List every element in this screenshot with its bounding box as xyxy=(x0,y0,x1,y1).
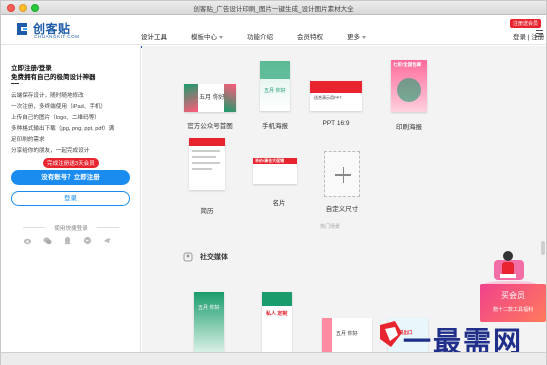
template-resume[interactable]: 简历 xyxy=(183,138,231,218)
bottom-bar xyxy=(1,352,546,365)
nav-item-more[interactable]: 更多 xyxy=(347,31,366,45)
wechat-icon[interactable] xyxy=(43,236,52,245)
site-header: 创客贴 CHUANGKIT.COM 设计工具 模板中心 功能介绍 会员特权 更多… xyxy=(1,15,546,48)
thumbnail-text: 五月 你好 xyxy=(336,331,358,337)
window-title: 创客贴_广告设计印刷_图片一键生成_设计图片素材大全 xyxy=(193,6,354,13)
template-thumbnail: 七折/全国包邮 xyxy=(391,60,427,112)
feature-item: 分享给你的朋友，一起完成设计 xyxy=(11,148,90,154)
promo-illustration xyxy=(484,251,536,287)
nav-item-template-center[interactable]: 模板中心 xyxy=(191,31,223,45)
thumbnail-text: 七折/全国包邮 xyxy=(393,62,422,67)
title-bar: 创客贴_广告设计印刷_图片一键生成_设计图片素材大全 xyxy=(1,1,546,15)
template-label: PPT 16:9 xyxy=(322,120,350,127)
scrollbar[interactable] xyxy=(541,241,545,255)
template-label: 官方公众号首图 xyxy=(187,123,233,130)
template-label: 自定义尺寸 xyxy=(325,206,359,213)
thumbnail-text: 五月 你好 xyxy=(264,88,286,94)
custom-size-button[interactable] xyxy=(324,151,360,197)
thumbnail-text: 半价/清仓大促销 xyxy=(255,158,285,163)
template-label: 印刷海报 xyxy=(396,124,422,131)
nav-item-features[interactable]: 功能介绍 xyxy=(247,31,273,45)
template-mobile-poster[interactable]: 五月 你好 手机海报 xyxy=(250,61,300,165)
feature-item: 多种格式输出下载（jpg, png, ppt, pdf）满 xyxy=(11,126,115,132)
social-media-icon xyxy=(183,252,193,262)
promo-main-text: 买会员 xyxy=(501,291,525,300)
feature-item: 云端保存设计，随时随地修改 xyxy=(11,93,84,99)
social-template-thumbnail[interactable]: 五月 你好 xyxy=(194,292,224,352)
feature-item: 足印刷的需求 xyxy=(11,137,45,143)
chevron-down-icon xyxy=(362,35,366,39)
template-thumbnail: 五月 你好 xyxy=(260,61,290,111)
template-label: 名片 xyxy=(272,200,286,207)
main-nav: 设计工具 模板中心 功能介绍 会员特权 更多 xyxy=(141,31,390,48)
template-print-poster[interactable]: 七折/全国包邮 印刷海报 xyxy=(385,60,433,165)
register-button[interactable]: 没有账号？立即注册 xyxy=(11,170,130,185)
register-bonus-badge: 完成注册送3天会员 xyxy=(43,158,99,168)
thumbnail-text: 五月 你好 xyxy=(199,94,225,101)
nav-item-membership[interactable]: 会员特权 xyxy=(297,31,323,45)
app-window: 创客贴_广告设计印刷_图片一键生成_设计图片素材大全 创客贴 CHUANGKIT… xyxy=(0,0,547,365)
template-label: 手机海报 xyxy=(262,123,288,130)
login-button[interactable]: 登录 xyxy=(11,191,130,206)
logo-icon[interactable] xyxy=(15,21,29,37)
template-business-card[interactable]: 半价/清仓大促销 名片 xyxy=(249,158,309,218)
register-promo-badge[interactable]: 注册送会员 xyxy=(510,19,542,28)
promo-sub-text: 赠十二款工具福利 xyxy=(492,307,533,313)
template-thumbnail: 适合演示用PPT xyxy=(310,81,362,111)
login-panel: 立即注册/登录 免费拥有自己的极简设计神器 云端保存设计，随时随地修改 一次注册… xyxy=(1,46,141,352)
template-thumbnail: 五月 你好 xyxy=(184,84,236,112)
nav-item-design-tools[interactable]: 设计工具 xyxy=(141,31,167,48)
bird-icon[interactable] xyxy=(103,236,112,245)
thumbnail-text: 私人 定制 xyxy=(266,311,288,317)
feature-item: 上传自己的图片（logo、二维码等） xyxy=(11,115,100,121)
quick-login-label: 使用快捷登录 xyxy=(54,226,88,232)
menu-icon[interactable] xyxy=(536,30,543,37)
dingtalk-icon[interactable] xyxy=(83,236,92,245)
social-template-thumbnail[interactable]: 五月 你好 xyxy=(322,318,372,352)
watermark-logo-icon xyxy=(380,321,402,347)
brand-domain: CHUANGKIT.COM xyxy=(34,34,80,39)
template-label: 简历 xyxy=(200,208,214,215)
template-thumbnail: 半价/清仓大促销 xyxy=(253,158,297,184)
weibo-icon[interactable] xyxy=(23,236,32,245)
chevron-down-icon xyxy=(219,35,223,39)
template-thumbnail xyxy=(189,138,225,190)
social-login-row xyxy=(23,236,123,245)
divider xyxy=(11,83,19,84)
buy-membership-promo[interactable]: 买会员 赠十二款工具福利 xyxy=(480,284,546,322)
social-template-thumbnail[interactable]: 私人 定制 xyxy=(262,292,292,352)
thumbnail-text: 适合演示用PPT xyxy=(314,95,342,100)
section-divider-label: 热门场景 xyxy=(320,224,341,230)
panel-subheading: 免费拥有自己的极简设计神器 xyxy=(11,74,96,81)
feature-item: 一次注册，多终端使用（iPad、手机） xyxy=(11,104,107,110)
divider xyxy=(97,227,119,228)
qq-icon[interactable] xyxy=(63,236,72,245)
thumbnail-text: 五月 你好 xyxy=(198,305,220,311)
section-title: 社交媒体 xyxy=(200,254,228,261)
